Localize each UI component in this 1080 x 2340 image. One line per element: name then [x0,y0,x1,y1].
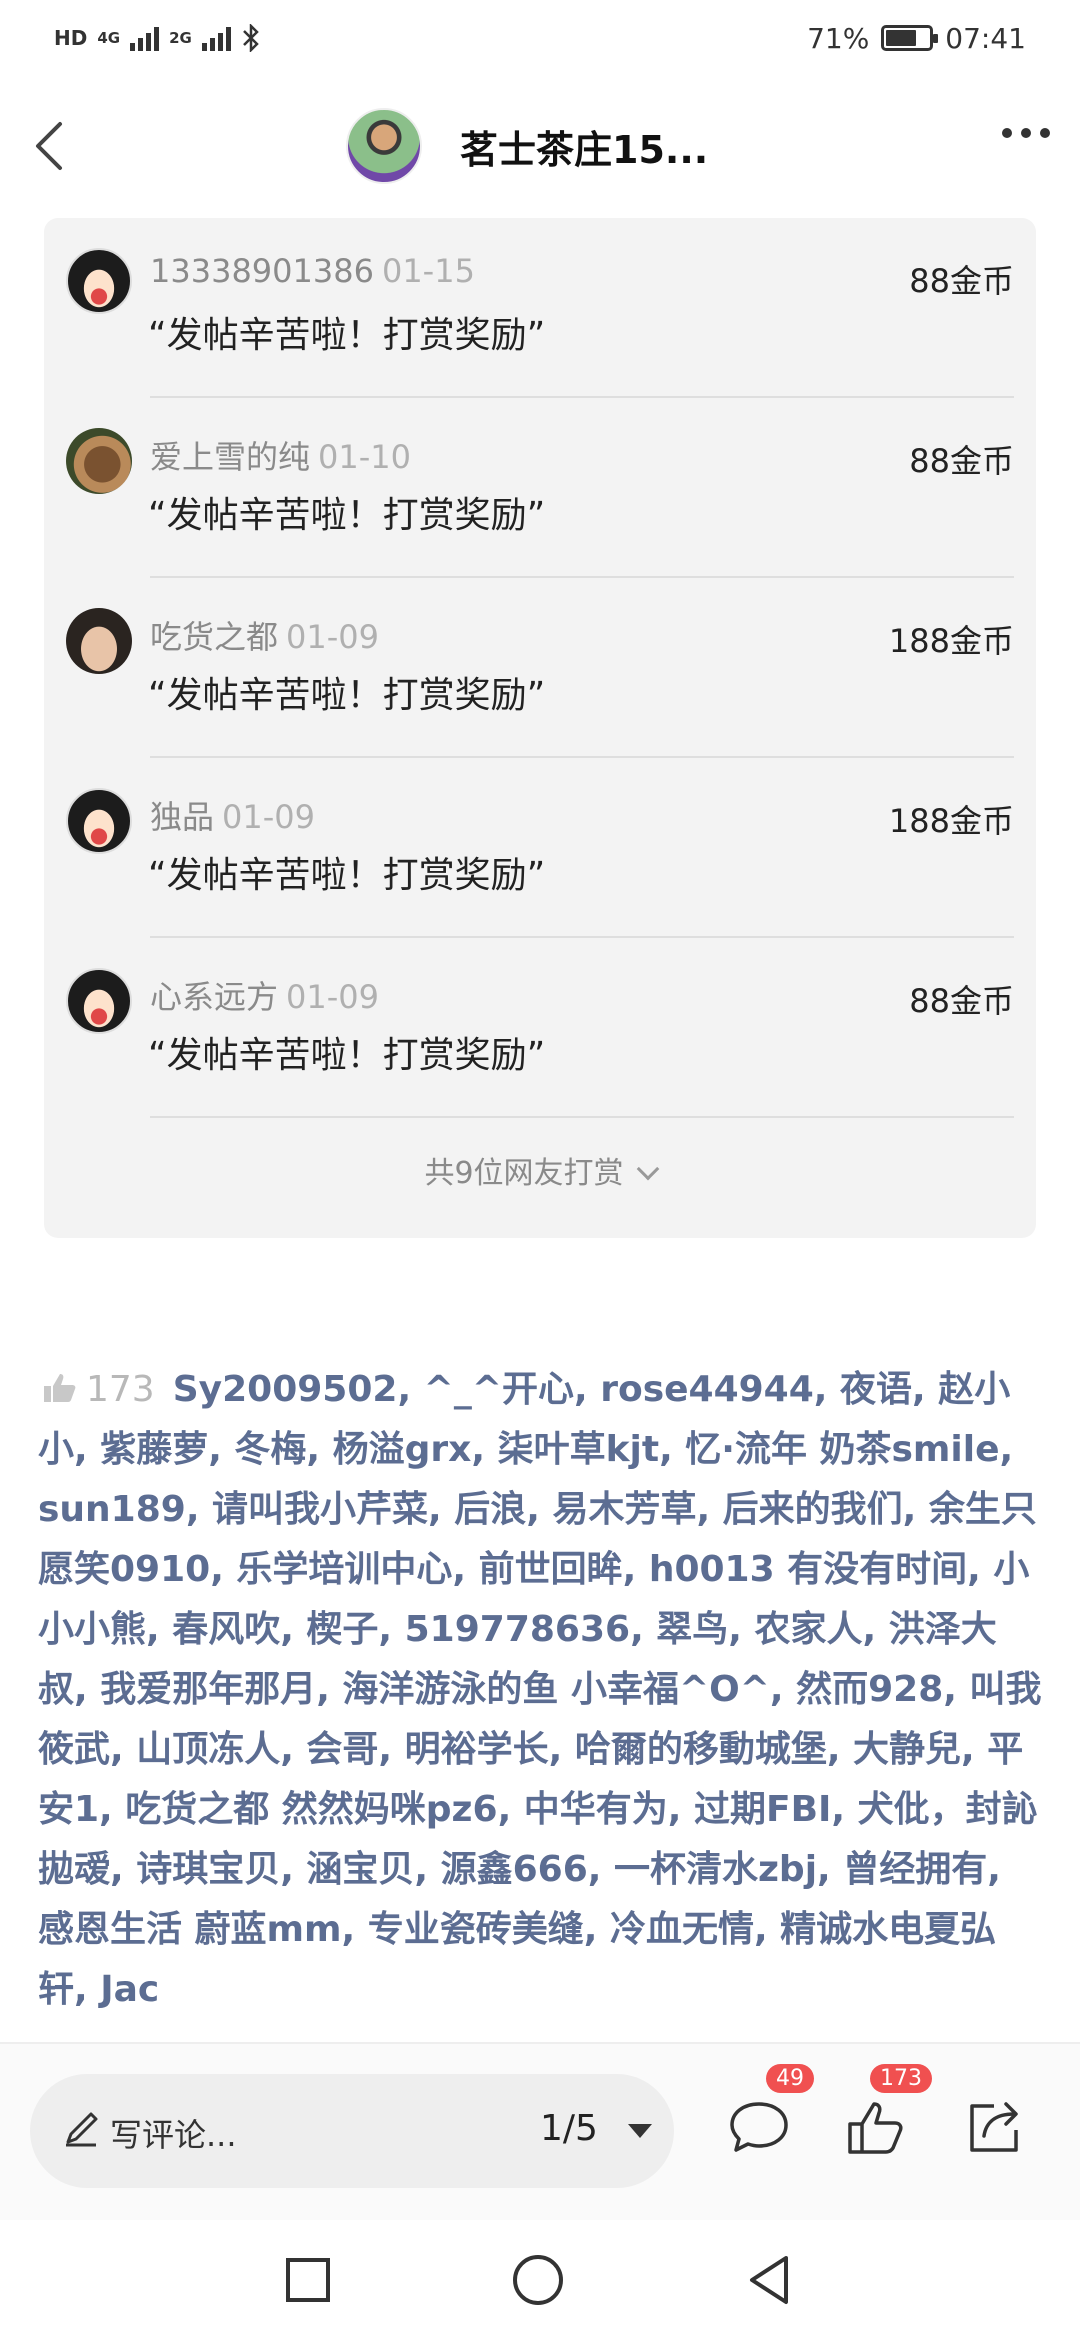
likes-list: 173 Sy2009502, ^_^开心, rose44944, 夜语, 赵小小,… [38,1360,1044,2040]
reward-total-label: 共9位网友打赏 [424,1156,624,1191]
square-icon [286,2258,330,2302]
signal-icon [130,25,160,51]
signal-icon-2 [201,25,231,51]
bottom-action-bar: 写评论... 1/5 49 173 [0,2042,1080,2220]
pencil-icon [66,2112,98,2147]
hd-label: HD [54,26,88,50]
more-dot-icon [1002,128,1012,138]
back-nav-button[interactable] [740,2250,800,2310]
back-button[interactable] [20,110,90,180]
more-dot-icon [1040,128,1050,138]
comment-input[interactable]: 写评论... 1/5 [30,2074,674,2188]
reward-message: “发帖辛苦啦！打赏奖励” [148,315,546,356]
reward-date: 01-09 [286,978,379,1016]
battery-percent: 71% [807,21,870,55]
reward-amount: 88金币 [909,262,1014,300]
chevron-down-icon [636,1157,659,1181]
like-count-badge: 173 [870,2064,932,2093]
reward-date: 01-15 [381,252,475,290]
sim1-label: 4G [97,29,121,47]
reward-user-name[interactable]: 吃货之都 [150,618,278,656]
status-bar: HD 4G 2G 71% 07:41 [0,0,1080,76]
reward-user-name[interactable]: 独品 [150,798,214,836]
author-info[interactable]: 茗士茶庄15... [346,108,708,184]
circle-icon [513,2255,563,2305]
reward-item: 13338901386 01-15 “发帖辛苦啦！打赏奖励” 88金币 [44,218,1036,398]
divider [150,1116,1014,1118]
reward-message: “发帖辛苦啦！打赏奖励” [148,495,546,536]
liker-names[interactable]: Sy2009502, ^_^开心, rose44944, 夜语, 赵小小, 紫藤… [38,1369,1041,2010]
home-button[interactable] [508,2250,568,2310]
comment-bubble-icon [730,2102,788,2152]
reward-user-avatar[interactable] [66,968,132,1034]
reward-amount: 188金币 [888,622,1014,660]
reward-user-avatar[interactable] [66,248,132,314]
reward-item: 爱上雪的纯 01-10 “发帖辛苦啦！打赏奖励” 88金币 [44,398,1036,578]
more-button[interactable] [1002,128,1050,138]
battery-icon [881,25,939,51]
reward-message: “发帖辛苦啦！打赏奖励” [148,1035,546,1076]
reward-message: “发帖辛苦啦！打赏奖励” [148,675,546,716]
reward-date: 01-10 [318,438,411,476]
clock: 07:41 [945,21,1026,55]
reward-user-name[interactable]: 爱上雪的纯 [150,438,310,476]
share-icon [970,2102,1018,2152]
system-nav-bar [0,2220,1080,2340]
reward-user-avatar[interactable] [66,428,132,494]
comment-button[interactable]: 49 [724,2064,814,2162]
reward-amount: 88金币 [909,982,1014,1020]
bluetooth-icon [242,24,259,52]
like-button[interactable]: 173 [842,2064,932,2162]
recents-button[interactable] [278,2250,338,2310]
reward-message: “发帖辛苦啦！打赏奖励” [148,855,546,896]
reward-item: 独品 01-09 “发帖辛苦啦！打赏奖励” 188金币 [44,758,1036,938]
more-dot-icon [1021,128,1031,138]
thumbs-up-icon[interactable] [42,1373,78,1403]
reward-date: 01-09 [222,798,315,836]
sim2-label: 2G [169,29,192,47]
share-button[interactable] [960,2092,1030,2162]
reward-user-name[interactable]: 心系远方 [150,978,278,1016]
header: 茗士茶庄15... [0,90,1080,200]
reward-user-avatar[interactable] [66,608,132,674]
status-indicators: HD 4G 2G [54,24,261,52]
reward-total-toggle[interactable]: 共9位网友打赏 [44,1148,1036,1192]
reward-user-avatar[interactable] [66,788,132,854]
comment-placeholder: 写评论... [110,2116,237,2154]
caret-down-icon[interactable] [628,2124,652,2138]
reward-amount: 88金币 [909,442,1014,480]
triangle-back-icon [750,2256,788,2304]
reward-user-name[interactable]: 13338901386 [150,252,374,290]
thumbs-up-icon [848,2102,903,2154]
likes-count: 173 [86,1369,155,1410]
chevron-left-icon [36,122,62,170]
reward-item: 心系远方 01-09 “发帖辛苦啦！打赏奖励” 88金币 [44,938,1036,1118]
reward-amount: 188金币 [888,802,1014,840]
author-avatar[interactable] [346,108,422,184]
reward-date: 01-09 [286,618,379,656]
reward-item: 吃货之都 01-09 “发帖辛苦啦！打赏奖励” 188金币 [44,578,1036,758]
reward-list: 13338901386 01-15 “发帖辛苦啦！打赏奖励” 88金币 爱上雪的纯… [44,218,1036,1238]
comment-count-badge: 49 [766,2064,814,2093]
battery-level [886,30,917,46]
page-indicator[interactable]: 1/5 [540,2108,598,2149]
status-right: 71% 07:41 [807,22,1026,55]
author-name[interactable]: 茗士茶庄15... [460,119,708,174]
